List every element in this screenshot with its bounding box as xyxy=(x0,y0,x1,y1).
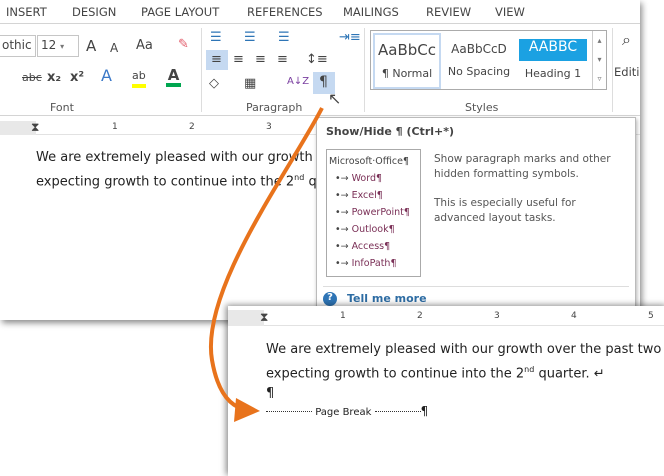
arrow-head-icon xyxy=(234,398,260,422)
orange-arrow xyxy=(208,107,324,422)
arrow-shaft xyxy=(208,107,324,412)
